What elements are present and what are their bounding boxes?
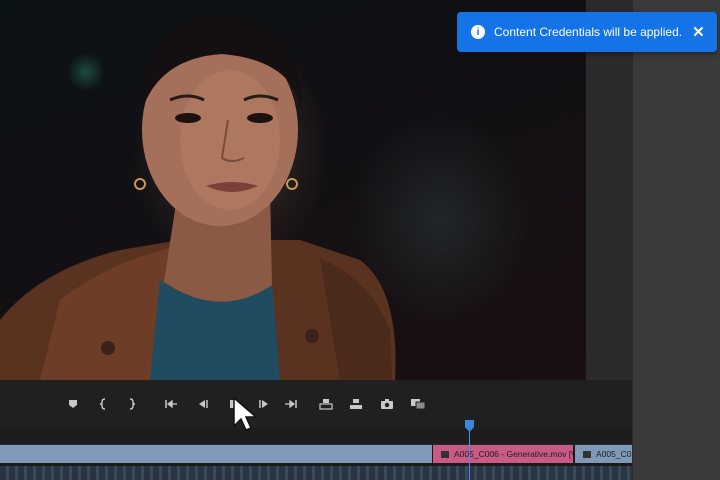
mark-out-button[interactable] bbox=[121, 395, 143, 413]
step-back-icon bbox=[199, 400, 208, 408]
clip-label: A005_C0 bbox=[596, 449, 632, 459]
monitor-margin bbox=[586, 0, 632, 380]
mark-in-icon bbox=[99, 398, 106, 410]
clip-label: A005_C006 - Generative.mov [V] bbox=[454, 449, 573, 459]
clip-fx-icon bbox=[583, 450, 591, 458]
go-to-in-button[interactable] bbox=[160, 395, 182, 413]
timeline-clip-generative[interactable]: A005_C006 - Generative.mov [V] bbox=[433, 445, 573, 463]
go-to-in-icon bbox=[165, 399, 177, 409]
video-subject-image bbox=[0, 14, 396, 380]
info-icon: i bbox=[471, 25, 485, 39]
comparison-icon bbox=[411, 399, 426, 410]
step-forward-button[interactable] bbox=[253, 395, 275, 413]
step-back-button[interactable] bbox=[192, 395, 214, 413]
lift-icon bbox=[319, 399, 333, 410]
stop-button[interactable] bbox=[223, 395, 245, 413]
timeline-clip-next[interactable]: A005_C0 bbox=[575, 445, 632, 463]
audio-track[interactable] bbox=[0, 466, 632, 480]
video-frame bbox=[0, 0, 586, 380]
clip-fx-icon bbox=[441, 450, 449, 458]
add-marker-button[interactable] bbox=[62, 395, 84, 413]
timeline-clip[interactable] bbox=[0, 445, 432, 463]
stop-icon bbox=[230, 400, 238, 408]
mark-in-button[interactable] bbox=[92, 395, 114, 413]
program-monitor bbox=[0, 0, 632, 440]
playhead-line bbox=[469, 428, 470, 480]
side-panel bbox=[632, 0, 720, 480]
comparison-view-button[interactable] bbox=[407, 395, 429, 413]
step-forward-icon bbox=[259, 400, 268, 408]
marker-icon bbox=[69, 400, 77, 408]
extract-icon bbox=[350, 399, 362, 409]
lift-button[interactable] bbox=[315, 395, 337, 413]
notification-message: Content Credentials will be applied. bbox=[494, 25, 683, 39]
mark-out-icon bbox=[129, 398, 136, 410]
extract-button[interactable] bbox=[345, 395, 367, 413]
notification-toast: i Content Credentials will be applied. ✕ bbox=[457, 12, 717, 52]
go-to-out-icon bbox=[285, 399, 297, 409]
go-to-out-button[interactable] bbox=[280, 395, 302, 413]
close-icon[interactable]: ✕ bbox=[692, 23, 705, 41]
camera-icon bbox=[381, 399, 393, 409]
export-frame-button[interactable] bbox=[376, 395, 398, 413]
time-ruler[interactable] bbox=[0, 428, 632, 445]
